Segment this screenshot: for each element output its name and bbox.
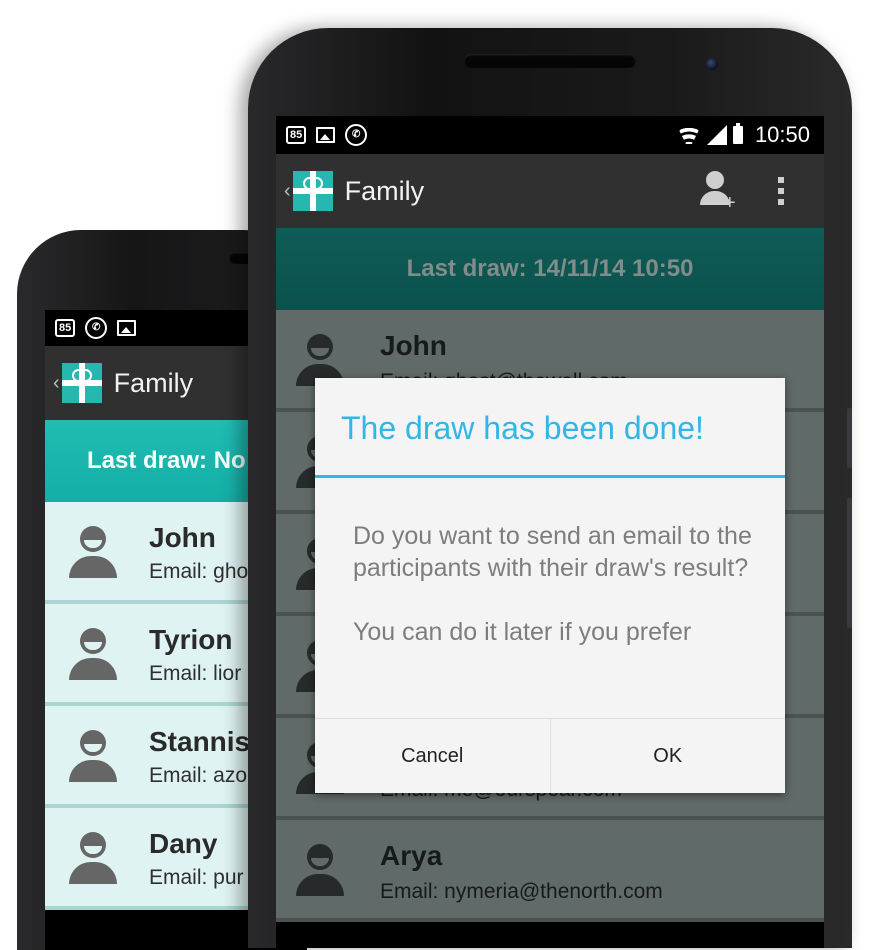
battery-icon [732, 123, 743, 144]
list-item[interactable]: Arya Email: nymeria@thenorth.com [276, 820, 824, 922]
participant-name: Tyrion [149, 624, 233, 655]
dialog-note: You can do it later if you prefer [353, 618, 692, 646]
dialog-title: The draw has been done! [341, 410, 704, 446]
earpiece [464, 54, 636, 68]
cancel-button[interactable]: Cancel [315, 719, 550, 793]
avatar-icon [69, 730, 117, 782]
gift-logo-icon[interactable] [61, 363, 102, 403]
avatar-icon [69, 628, 117, 680]
avatar-icon [69, 526, 117, 578]
whatsapp-icon: ✆ [345, 124, 368, 146]
participant-name: Stannis [149, 726, 251, 757]
status-bar: 85 ✆ 10:50 [276, 116, 824, 154]
participant-name: John [149, 522, 216, 553]
avatar-icon [296, 844, 344, 896]
volume-button [847, 408, 852, 468]
status-clock: 10:50 [754, 122, 810, 147]
gift-logo-icon[interactable] [292, 171, 333, 211]
participant-email: Email: gho [149, 560, 249, 583]
last-draw-header: Last draw: 14/11/14 10:50 [276, 228, 824, 310]
participant-name: John [380, 330, 447, 361]
participant-name: Arya [380, 840, 443, 871]
signal-icon [706, 125, 727, 145]
whatsapp-icon: ✆ [85, 317, 108, 339]
notification-badge-icon: 85 [286, 126, 307, 144]
overflow-menu-icon[interactable] [778, 177, 784, 205]
participant-email: Email: nymeria@thenorth.com [380, 880, 663, 903]
participant-email: Email: pur [149, 866, 244, 889]
front-camera [706, 58, 718, 70]
image-icon [316, 127, 336, 143]
avatar-icon [69, 832, 117, 884]
up-caret-icon[interactable]: ‹ [284, 180, 291, 203]
app-title: Family [344, 175, 425, 206]
image-icon [117, 320, 137, 336]
participant-email: Email: lior [149, 662, 242, 685]
action-bar: ‹ Family + [276, 154, 824, 228]
draw-done-dialog: The draw has been done! Do you want to s… [315, 378, 785, 793]
dialog-message: Do you want to send an email to the part… [353, 520, 763, 648]
participant-name: Dany [149, 828, 218, 859]
notification-badge-icon: 85 [55, 319, 76, 337]
app-title: Family [113, 367, 194, 398]
dialog-button-bar: Cancel OK [315, 718, 785, 793]
dialog-question: Do you want to send an email to the part… [353, 522, 752, 582]
ok-button[interactable]: OK [549, 719, 786, 793]
up-caret-icon[interactable]: ‹ [53, 372, 60, 395]
wifi-icon [677, 126, 701, 144]
add-participant-icon[interactable]: + [698, 169, 738, 213]
dialog-divider [315, 475, 785, 478]
side-button [847, 498, 852, 628]
participant-email: Email: azo [149, 764, 248, 787]
